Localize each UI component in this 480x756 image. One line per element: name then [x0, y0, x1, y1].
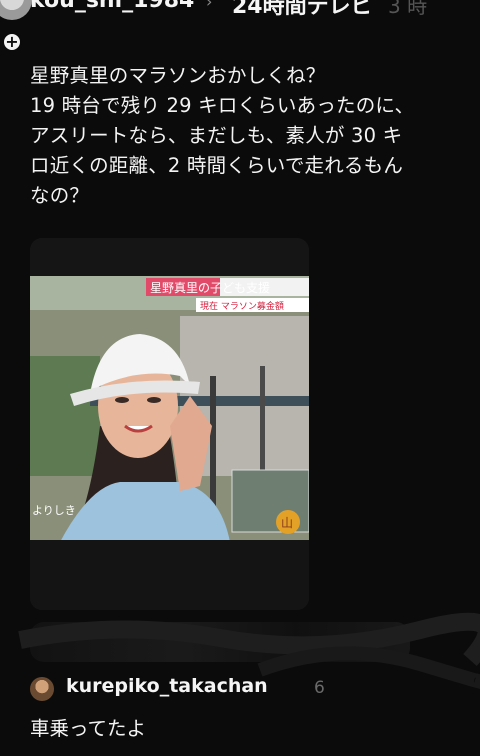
post-header: + kou_shi_1984 › 24時間テレビ 3 時	[0, 0, 480, 52]
post-time: 3 時	[388, 0, 428, 18]
post-body: 星野真里のマラソンおかしくね？ 19 時台で残り 29 キロくらいあったのに、 …	[30, 61, 475, 211]
author-avatar[interactable]	[0, 0, 32, 20]
post-line: 19 時台で残り 29 キロくらいあったのに、	[30, 94, 415, 117]
comment-time: 6	[314, 678, 325, 698]
follow-plus-icon[interactable]: +	[2, 32, 22, 52]
post-line: 星野真里のマラソンおかしくね？	[30, 64, 326, 87]
image-letterbox-top	[30, 238, 309, 278]
chevron-right-icon: ›	[206, 0, 213, 11]
banner-main-text: 星野真里の子ども支援	[150, 281, 270, 295]
banner-sub-text: 現在 マラソン募金額	[200, 300, 284, 312]
post-line: ロ近くの距離、2 時間くらいで走れるもん	[30, 154, 404, 177]
commenter-avatar[interactable]	[30, 677, 54, 701]
post-line: アスリートなら、まだしも、素人が 30 キ	[30, 124, 403, 147]
post-line: なの？	[30, 184, 90, 207]
channel-name[interactable]: 24時間テレビ	[232, 0, 373, 20]
commenter-username[interactable]: kurepiko_takachan	[66, 675, 268, 697]
tv-screenshot-image: 星野真里の子ども支援 現在 マラソン募金額 山 よりしき	[30, 276, 309, 542]
post-image[interactable]: 星野真里の子ども支援 現在 マラソン募金額 山 よりしき	[30, 238, 309, 610]
badge-text: 山	[281, 516, 293, 530]
author-username[interactable]: kou_shi_1984	[30, 0, 194, 13]
comment-text: 車乗ってたよ	[30, 717, 147, 740]
caption-text: よりしき	[32, 504, 76, 517]
